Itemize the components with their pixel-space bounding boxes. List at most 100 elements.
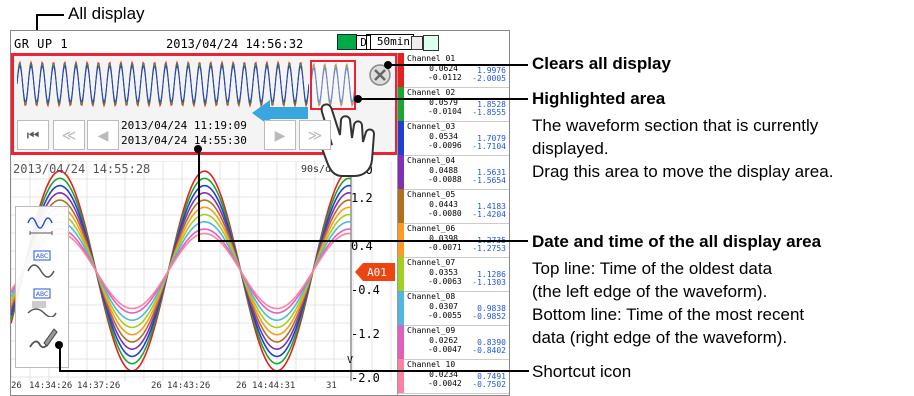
trend-rate: 50min: [366, 34, 414, 50]
channel-value-bottom: -0.8402: [472, 346, 506, 355]
callout-all-display: All display: [68, 4, 145, 23]
network-icon: [423, 35, 439, 51]
channel-min: -0.0047: [428, 345, 462, 354]
recent-time: 2013/04/24 14:55:30: [121, 134, 247, 147]
first-button[interactable]: ⏮: [17, 120, 49, 150]
channel-row[interactable]: Channel_08 0.0307 -0.0055 0.9838 -0.9852: [398, 291, 509, 326]
x-tick: 31: [326, 381, 337, 391]
status-datetime: 2013/04/24 14:56:32: [166, 37, 304, 51]
back-button[interactable]: ◀: [87, 120, 119, 150]
alarm-label: A01: [367, 266, 387, 279]
channel-color: [398, 121, 404, 155]
shortcut-text2-icon[interactable]: ABC: [24, 287, 58, 317]
desc-line: Top line: Time of the oldest data: [532, 259, 773, 278]
callout-datetime-title: Date and time of the all display area: [532, 232, 822, 251]
channel-row[interactable]: Channel_09 0.0262 -0.0047 0.8390 -0.8402: [398, 325, 509, 360]
channel-value-bottom: -2.0005: [472, 74, 506, 83]
callout-line: [36, 14, 64, 16]
channel-name: Channel_07: [407, 258, 456, 267]
callout-line: [388, 64, 528, 66]
channel-name: Channel_06: [407, 224, 456, 233]
callout-highlighted-title: Highlighted area: [532, 89, 666, 108]
waveform-line: [17, 64, 309, 104]
callout-line: [59, 370, 529, 372]
fast-back-button[interactable]: ≪: [53, 120, 85, 150]
callout-line: [358, 98, 528, 100]
channel-row[interactable]: Channel 01 0.0624 -0.0112 1.9976 -2.0005: [398, 53, 509, 88]
channel-color: [398, 291, 404, 325]
callout-highlighted-desc: The waveform section that is currently d…: [532, 114, 833, 183]
svg-text:ABC: ABC: [36, 253, 48, 260]
channel-max: 0.0307: [429, 302, 458, 311]
channel-min: -0.0063: [428, 277, 462, 286]
oldest-time: 2013/04/24 11:19:09: [121, 119, 247, 132]
alarm-marker: A01: [355, 263, 395, 281]
channel-min: -0.0088: [428, 175, 462, 184]
all-display-time-range: 2013/04/24 11:19:09 2013/04/24 14:55:30: [121, 118, 261, 150]
fast-forward-button[interactable]: ≫: [299, 120, 331, 150]
channel-color: [398, 257, 404, 291]
callout-line: [198, 240, 528, 242]
channel-max: 0.0262: [429, 336, 458, 345]
scale-label: 1.2: [351, 191, 373, 205]
channel-color: [398, 53, 404, 87]
channel-min: -0.0104: [428, 107, 462, 116]
channel-row[interactable]: Channel_04 0.0488 -0.0088 1.5631 -1.5654: [398, 155, 509, 190]
callout-dot: [354, 95, 362, 103]
channel-name: Channel_04: [407, 156, 456, 165]
desc-line: Bottom line: Time of the most recent: [532, 305, 805, 324]
channel-color: [398, 87, 404, 121]
channel-min: -0.0042: [428, 379, 462, 388]
channel-max: 0.0353: [429, 268, 458, 277]
channel-row[interactable]: Channel 02 0.0579 -0.0104 1.8528 -1.8555: [398, 87, 509, 122]
channel-value-bottom: -1.1303: [472, 278, 506, 287]
channel-row[interactable]: Channel 10 0.0234 -0.0042 0.7491 -0.7502: [398, 359, 509, 394]
channel-row[interactable]: Channel_05 0.0443 -0.0080 1.4183 -1.4204: [398, 189, 509, 224]
svg-text:ABC: ABC: [36, 291, 48, 298]
channel-panel: Channel 01 0.0624 -0.0112 1.9976 -2.0005 Chan…: [397, 53, 509, 395]
channel-color: [398, 155, 404, 189]
x-tick: 14:43:26: [167, 381, 211, 391]
x-tick: 14:44:31: [252, 381, 296, 391]
channel-name: Channel_08: [407, 292, 456, 301]
media-icon: [411, 36, 423, 50]
x-tick: 14:34:26: [29, 381, 73, 391]
time-axis: 26 14:34:26 14:37:26 26 14:43:26 26 14:4…: [11, 379, 396, 395]
channel-value-bottom: -0.7502: [472, 380, 506, 389]
shortcut-pen-icon[interactable]: [24, 325, 58, 355]
callout-line: [59, 345, 61, 371]
channel-row[interactable]: Channel_07 0.0353 -0.0063 1.1286 -1.1303: [398, 257, 509, 292]
channel-name: Channel_09: [407, 326, 456, 335]
shortcut-wave-icon[interactable]: [24, 211, 58, 241]
callout-clears: Clears all display: [532, 54, 671, 73]
channel-min: -0.0096: [428, 141, 462, 150]
channel-name: Channel_05: [407, 190, 456, 199]
shortcut-text-icon[interactable]: ABC: [24, 249, 58, 279]
channel-min: -0.0055: [428, 311, 462, 320]
channel-row[interactable]: Channel_03 0.0534 -0.0096 1.7079 -1.7104: [398, 121, 509, 156]
x-tick: 26: [11, 381, 22, 391]
desc-line: data (right edge of the waveform).: [532, 328, 788, 347]
trend-current-time: 2013/04/24 14:55:28: [13, 162, 151, 176]
channel-value-bottom: -1.8555: [472, 108, 506, 117]
recorder-screen: GR UP 1 2013/04/24 14:56:32 D 50min 2013…: [10, 30, 510, 396]
channel-min: -0.0071: [428, 243, 462, 252]
channel-name: Channel_03: [407, 122, 456, 131]
status-bar: GR UP 1 2013/04/24 14:56:32 D 50min: [11, 31, 509, 53]
channel-value-bottom: -1.4204: [472, 210, 506, 219]
channel-min: -0.0080: [428, 209, 462, 218]
scale-unit: V: [347, 355, 354, 366]
channel-color: [398, 325, 404, 359]
channel-name: Channel 10: [407, 360, 456, 369]
group-name[interactable]: GR UP 1: [14, 37, 68, 51]
channel-min: -0.0112: [428, 73, 462, 82]
channel-max: 0.0488: [429, 166, 458, 175]
callout-line: [198, 149, 200, 241]
x-tick: 14:37:26: [77, 381, 121, 391]
all-display-panel[interactable]: ⏮ ≪ ◀ 2013/04/24 11:19:09 2013/04/24 14:…: [11, 53, 398, 177]
x-tick: 26: [236, 381, 247, 391]
channel-name: Channel 02: [407, 88, 456, 97]
callout-dot: [384, 61, 392, 69]
forward-button[interactable]: ▶: [264, 120, 296, 150]
desc-line: The waveform section that is currently: [532, 116, 819, 135]
